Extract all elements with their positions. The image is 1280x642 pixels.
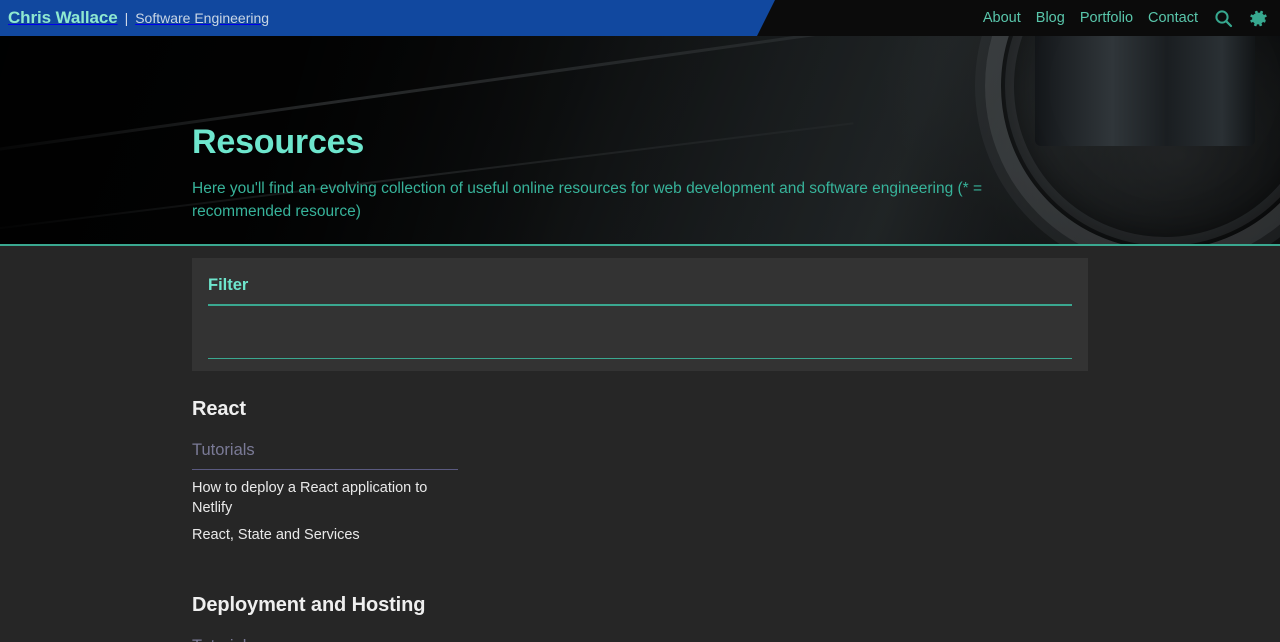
brand-home-link[interactable]: Chris Wallace | Software Engineering [8, 0, 269, 36]
gear-icon[interactable] [1248, 8, 1268, 28]
brand-separator: | [125, 10, 129, 26]
resource-list: How to deploy a React application to Net… [192, 479, 1092, 546]
list-item[interactable]: How to deploy a React application to Net… [192, 479, 442, 518]
list-item[interactable]: React, State and Services [192, 526, 442, 546]
search-icon[interactable] [1213, 8, 1233, 28]
nav-item-portfolio[interactable]: Portfolio [1080, 11, 1133, 26]
top-navigation-bar: Chris Wallace | Software Engineering Abo… [0, 0, 1280, 36]
page-title: Resources [192, 124, 1092, 161]
nav-item-blog[interactable]: Blog [1036, 11, 1065, 26]
brand-tagline: Software Engineering [135, 10, 269, 26]
resource-section-deployment-and-hosting: Deployment and Hosting Tutorials [192, 594, 1092, 642]
page-description: Here you'll find an evolving collection … [192, 178, 1044, 223]
filter-heading: Filter [208, 276, 1072, 306]
hero-banner: Resources Here you'll find an evolving c… [0, 36, 1280, 246]
hero-content: Resources Here you'll find an evolving c… [192, 36, 1092, 223]
primary-nav: About Blog Portfolio Contact [983, 0, 1268, 36]
subsection-title-tutorials: Tutorials [192, 441, 458, 470]
nav-item-contact[interactable]: Contact [1148, 11, 1198, 26]
main-content: Filter React Tutorials How to deploy a R… [0, 246, 1280, 642]
section-title: React [192, 398, 1092, 421]
brand-name: Chris Wallace [8, 8, 118, 28]
section-title: Deployment and Hosting [192, 594, 1092, 617]
resource-section-react: React Tutorials How to deploy a React ap… [192, 398, 1092, 546]
filter-input[interactable] [208, 337, 1072, 359]
nav-item-about[interactable]: About [983, 11, 1021, 26]
subsection-title-tutorials: Tutorials [192, 637, 458, 642]
filter-card: Filter [192, 258, 1088, 371]
